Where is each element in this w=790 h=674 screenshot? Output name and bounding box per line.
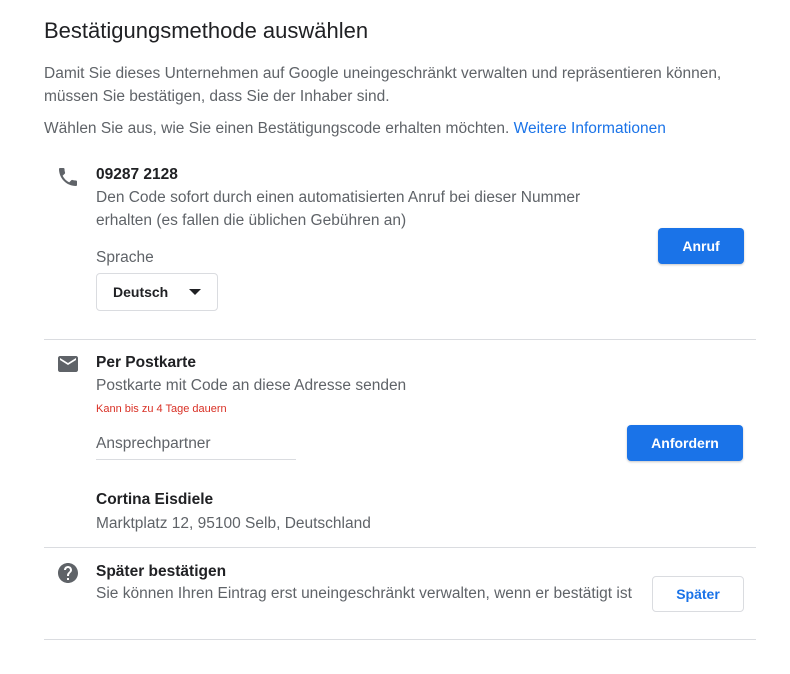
help-circle-icon <box>56 561 80 590</box>
language-select[interactable]: Deutsch <box>96 273 218 311</box>
later-description: Sie können Ihren Eintrag erst uneingesch… <box>96 585 632 602</box>
later-title: Später bestätigen <box>96 563 227 580</box>
divider-3 <box>44 639 756 640</box>
postcard-description: Postkarte mit Code an diese Adresse send… <box>96 377 407 394</box>
language-select-value: Deutsch <box>113 284 169 300</box>
phone-description: Den Code sofort durch einen automatisier… <box>96 189 581 229</box>
language-label: Sprache <box>96 249 154 266</box>
more-info-link[interactable]: Weitere Informationen <box>514 120 666 137</box>
business-name: Cortina Eisdiele <box>96 491 214 508</box>
postcard-title: Per Postkarte <box>96 354 196 371</box>
contact-person-input[interactable] <box>96 435 296 460</box>
choose-method-text: Wählen Sie aus, wie Sie einen Bestätigun… <box>44 120 666 138</box>
dropdown-arrow-icon <box>189 289 201 295</box>
later-button[interactable]: Später <box>652 576 744 612</box>
postcard-delivery-note: Kann bis zu 4 Tage dauern <box>96 403 227 415</box>
page-title: Bestätigungsmethode auswählen <box>44 18 369 43</box>
divider-2 <box>44 547 756 548</box>
choose-method-label: Wählen Sie aus, wie Sie einen Bestätigun… <box>44 120 510 137</box>
business-address: Marktplatz 12, 95100 Selb, Deutschland <box>96 515 371 532</box>
phone-number: 09287 2128 <box>96 166 178 183</box>
call-button[interactable]: Anruf <box>658 228 744 264</box>
phone-icon <box>56 165 80 194</box>
request-button[interactable]: Anfordern <box>627 425 743 461</box>
intro-text: Damit Sie dieses Unternehmen auf Google … <box>44 65 722 105</box>
mail-icon <box>56 352 80 381</box>
divider-1 <box>44 339 756 340</box>
